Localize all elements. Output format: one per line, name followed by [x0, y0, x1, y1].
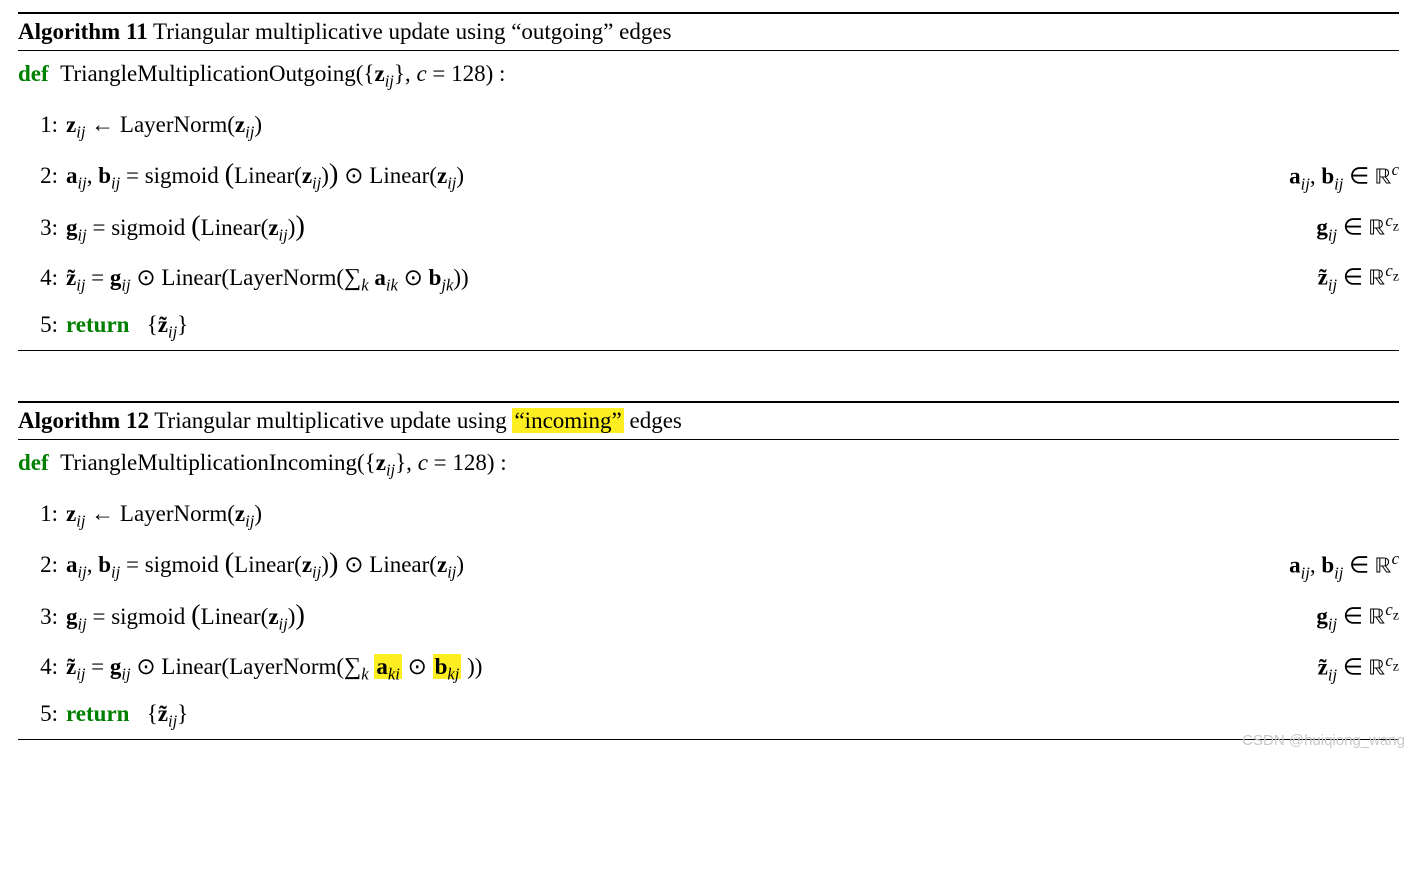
def-keyword: def [18, 450, 49, 475]
algorithm-12-block: Algorithm 12 Triangular multiplicative u… [18, 401, 1399, 740]
highlight: “incoming” [512, 408, 623, 433]
algorithm-title: Algorithm 12 Triangular multiplicative u… [18, 403, 1399, 439]
line-content: zij ← LayerNorm(zij) [66, 501, 262, 532]
line-content: return {z̃ij} [66, 312, 188, 343]
line-number: 2: [18, 552, 66, 578]
line-content: aij, bij = sigmoid (Linear(zij)) ⊙ Linea… [66, 158, 464, 194]
algorithm-caption: Triangular multiplicative update using “… [148, 19, 672, 44]
algo-line: 3: gij = sigmoid (Linear(zij)) gij ∈ ℝcz [18, 591, 1399, 643]
algo-line: 1: zij ← LayerNorm(zij) [18, 493, 1399, 540]
algo-line: 5: return {z̃ij} [18, 304, 1399, 351]
algo-line: 2: aij, bij = sigmoid (Linear(zij)) ⊙ Li… [18, 150, 1399, 202]
algorithm-number: Algorithm 11 [18, 19, 148, 44]
line-content: zij ← LayerNorm(zij) [66, 112, 262, 143]
watermark: CSDN @huiqiong_wang [18, 732, 1405, 749]
highlight: aki [374, 654, 401, 679]
line-annotation: z̃ij ∈ ℝcz [1318, 261, 1399, 295]
return-keyword: return [66, 701, 129, 726]
line-annotation: gij ∈ ℝcz [1316, 600, 1399, 634]
algorithm-caption-pre: Triangular multiplicative update using [149, 408, 513, 433]
def-keyword: def [18, 61, 49, 86]
line-content: z̃ij = gij ⊙ Linear(LayerNorm(∑k aki ⊙ b… [66, 653, 482, 685]
line-number: 5: [18, 312, 66, 338]
line-number: 4: [18, 265, 66, 291]
line-number: 1: [18, 501, 66, 527]
line-annotation: aij, bij ∈ ℝc [1289, 160, 1399, 194]
line-annotation: aij, bij ∈ ℝc [1289, 549, 1399, 583]
line-annotation: z̃ij ∈ ℝcz [1318, 651, 1399, 685]
line-number: 1: [18, 112, 66, 138]
line-content: aij, bij = sigmoid (Linear(zij)) ⊙ Linea… [66, 547, 464, 583]
algorithm-caption-post: edges [624, 408, 682, 433]
algo-line: 4: z̃ij = gij ⊙ Linear(LayerNorm(∑k aik … [18, 253, 1399, 303]
def-signature: TriangleMultiplicationIncoming({zij}, c … [54, 450, 506, 475]
def-line: def TriangleMultiplicationIncoming({zij}… [18, 440, 1399, 493]
line-annotation: gij ∈ ℝcz [1316, 211, 1399, 245]
algorithm-number: Algorithm 12 [18, 408, 149, 433]
rule [18, 350, 1399, 351]
algo-line: 4: z̃ij = gij ⊙ Linear(LayerNorm(∑k aki … [18, 643, 1399, 693]
def-signature: TriangleMultiplicationOutgoing({zij}, c … [54, 61, 505, 86]
line-number: 4: [18, 654, 66, 680]
line-content: return {z̃ij} [66, 701, 188, 732]
line-content: z̃ij = gij ⊙ Linear(LayerNorm(∑k aik ⊙ b… [66, 264, 469, 296]
def-line: def TriangleMultiplicationOutgoing({zij}… [18, 51, 1399, 104]
highlight: bkj [433, 654, 462, 679]
line-number: 2: [18, 163, 66, 189]
return-keyword: return [66, 312, 129, 337]
line-number: 3: [18, 604, 66, 630]
line-content: gij = sigmoid (Linear(zij)) [66, 210, 305, 246]
algo-line: 1: zij ← LayerNorm(zij) [18, 104, 1399, 151]
line-content: gij = sigmoid (Linear(zij)) [66, 599, 305, 635]
algo-line: 2: aij, bij = sigmoid (Linear(zij)) ⊙ Li… [18, 539, 1399, 591]
line-number: 3: [18, 215, 66, 241]
line-number: 5: [18, 701, 66, 727]
algorithm-title: Algorithm 11 Triangular multiplicative u… [18, 14, 1399, 50]
algo-line: 3: gij = sigmoid (Linear(zij)) gij ∈ ℝcz [18, 202, 1399, 254]
algorithm-11-block: Algorithm 11 Triangular multiplicative u… [18, 12, 1399, 351]
